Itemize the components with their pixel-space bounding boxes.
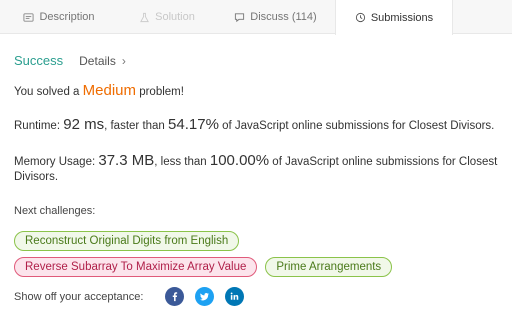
linkedin-icon[interactable] bbox=[225, 287, 245, 306]
status-row: Success Details › bbox=[14, 53, 126, 68]
runtime-label: Runtime: bbox=[14, 120, 61, 132]
memory-line: Memory Usage: 37.3 MB, less than 100.00%… bbox=[14, 152, 497, 169]
tab-solution[interactable]: Solution bbox=[118, 0, 216, 34]
twitter-icon[interactable] bbox=[195, 287, 215, 306]
share-row: Show off your acceptance: bbox=[14, 287, 245, 306]
runtime-value: 92 ms bbox=[63, 116, 105, 133]
tab-solution-label: Solution bbox=[155, 11, 195, 23]
status-success: Success bbox=[14, 53, 64, 68]
runtime-line: Runtime: 92 ms, faster than 54.17% of Ja… bbox=[14, 116, 494, 133]
solved-prefix: You solved a bbox=[14, 86, 80, 98]
memory-line-continued: Divisors. bbox=[14, 171, 58, 183]
tab-discuss[interactable]: Discuss (114) bbox=[216, 0, 335, 34]
tab-submissions-label: Submissions bbox=[370, 11, 434, 24]
solved-message: You solved a Medium problem! bbox=[14, 82, 184, 99]
solved-suffix: problem! bbox=[139, 86, 184, 98]
memory-suffix: of JavaScript online submissions for Clo… bbox=[272, 156, 498, 168]
social-buttons bbox=[165, 287, 245, 306]
clock-icon bbox=[355, 12, 366, 23]
tab-description-label: Description bbox=[39, 11, 95, 23]
flask-icon bbox=[139, 12, 150, 23]
challenge-chip[interactable]: Prime Arrangements bbox=[265, 257, 393, 277]
memory-value: 37.3 MB bbox=[98, 152, 155, 169]
share-label: Show off your acceptance: bbox=[14, 290, 144, 303]
memory-mid: , less than bbox=[154, 156, 207, 168]
runtime-mid: , faster than bbox=[104, 120, 165, 132]
challenge-chip[interactable]: Reverse Subarray To Maximize Array Value bbox=[14, 257, 258, 277]
challenge-chip[interactable]: Reconstruct Original Digits from English bbox=[14, 231, 240, 251]
tab-submissions[interactable]: Submissions bbox=[335, 0, 453, 35]
next-challenges-row-1: Reconstruct Original Digits from English bbox=[14, 231, 240, 251]
problem-tabs: Description Solution Discuss (114) Submi… bbox=[0, 0, 512, 35]
chevron-right-icon: › bbox=[121, 54, 126, 68]
next-challenges-row-2: Reverse Subarray To Maximize Array Value… bbox=[14, 257, 393, 277]
runtime-suffix: of JavaScript online submissions for Clo… bbox=[222, 120, 495, 132]
facebook-icon[interactable] bbox=[165, 287, 185, 306]
runtime-percent: 54.17% bbox=[168, 116, 219, 133]
memory-label: Memory Usage: bbox=[14, 156, 96, 168]
tab-description[interactable]: Description bbox=[0, 0, 118, 34]
description-icon bbox=[23, 12, 35, 23]
memory-percent: 100.00% bbox=[209, 152, 270, 169]
tab-discuss-label: Discuss (114) bbox=[250, 11, 317, 23]
memory-suffix-line2: Divisors. bbox=[14, 171, 59, 183]
next-challenges-label: Next challenges: bbox=[14, 205, 96, 217]
discuss-icon bbox=[234, 12, 245, 23]
details-link[interactable]: Details › bbox=[79, 54, 126, 68]
details-label: Details bbox=[79, 54, 116, 68]
difficulty-label: Medium bbox=[82, 82, 136, 99]
